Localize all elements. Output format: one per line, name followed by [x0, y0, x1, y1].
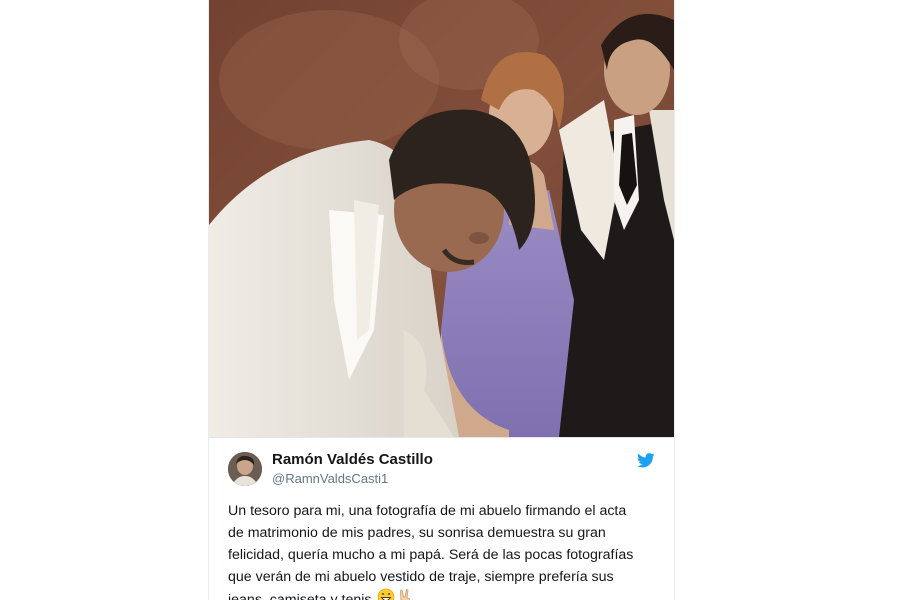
twitter-bird-icon[interactable]: [637, 453, 655, 468]
tweet-text-last-line: jeans, camiseta y tenis.: [228, 588, 658, 600]
tweet-text-line: felicidad, quería mucho a mi papá. Será …: [228, 547, 634, 563]
author-name[interactable]: Ramón Valdés Castillo: [272, 451, 433, 468]
author-avatar[interactable]: [228, 452, 262, 486]
tweet-body: Ramón Valdés Castillo @RamnValdsCasti1 U…: [209, 438, 674, 600]
tweet-text-line: de matrimonio de mis padres, su sonrisa …: [228, 525, 606, 541]
tweet-card: Ramón Valdés Castillo @RamnValdsCasti1 U…: [208, 0, 675, 600]
author-handle[interactable]: @RamnValdsCasti1: [272, 471, 388, 486]
tweet-text: Un tesoro para mi, una fotografía de mi …: [228, 500, 658, 600]
page: Ramón Valdés Castillo @RamnValdsCasti1 U…: [0, 0, 900, 600]
tweet-photo[interactable]: [209, 0, 674, 438]
tweet-text-line: jeans, camiseta y tenis.: [228, 592, 376, 600]
tweet-text-line: Un tesoro para mi, una fotografía de mi …: [228, 503, 627, 519]
tweet-text-line: que verán de mi abuelo vestido de traje,…: [228, 569, 614, 585]
victory-hand-emoji-icon: [397, 588, 413, 600]
grinning-face-emoji-icon: [377, 588, 395, 600]
